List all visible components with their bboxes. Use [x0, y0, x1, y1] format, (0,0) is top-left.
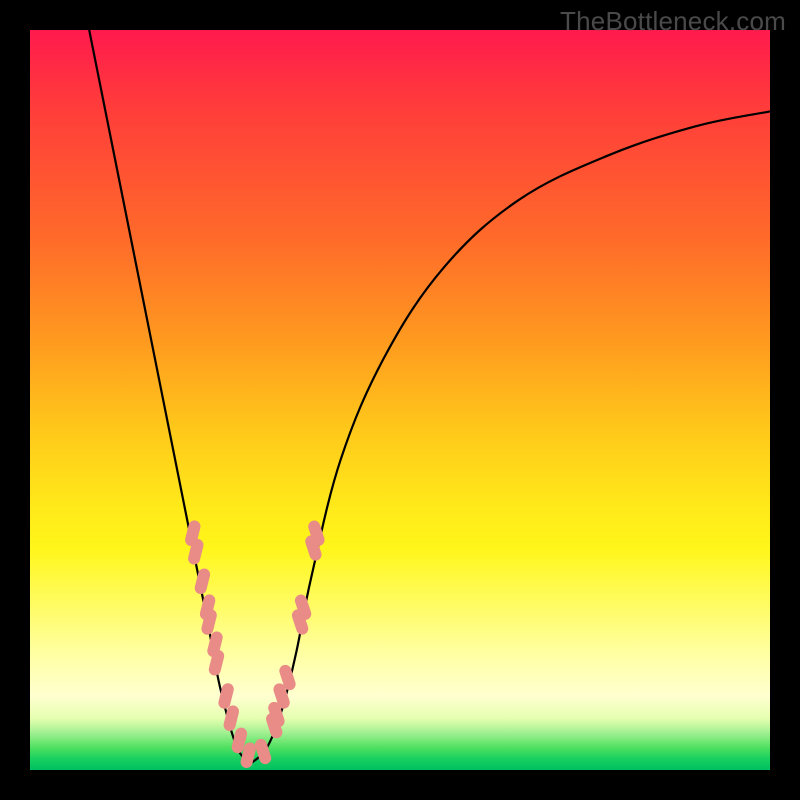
curve-left-branch	[89, 30, 252, 763]
curve-right-branch	[252, 111, 770, 762]
watermark-label: TheBottleneck.com	[560, 6, 786, 37]
data-marker	[193, 567, 211, 595]
chart-frame: TheBottleneck.com	[0, 0, 800, 800]
data-markers-group	[184, 519, 326, 769]
chart-svg	[30, 30, 770, 770]
